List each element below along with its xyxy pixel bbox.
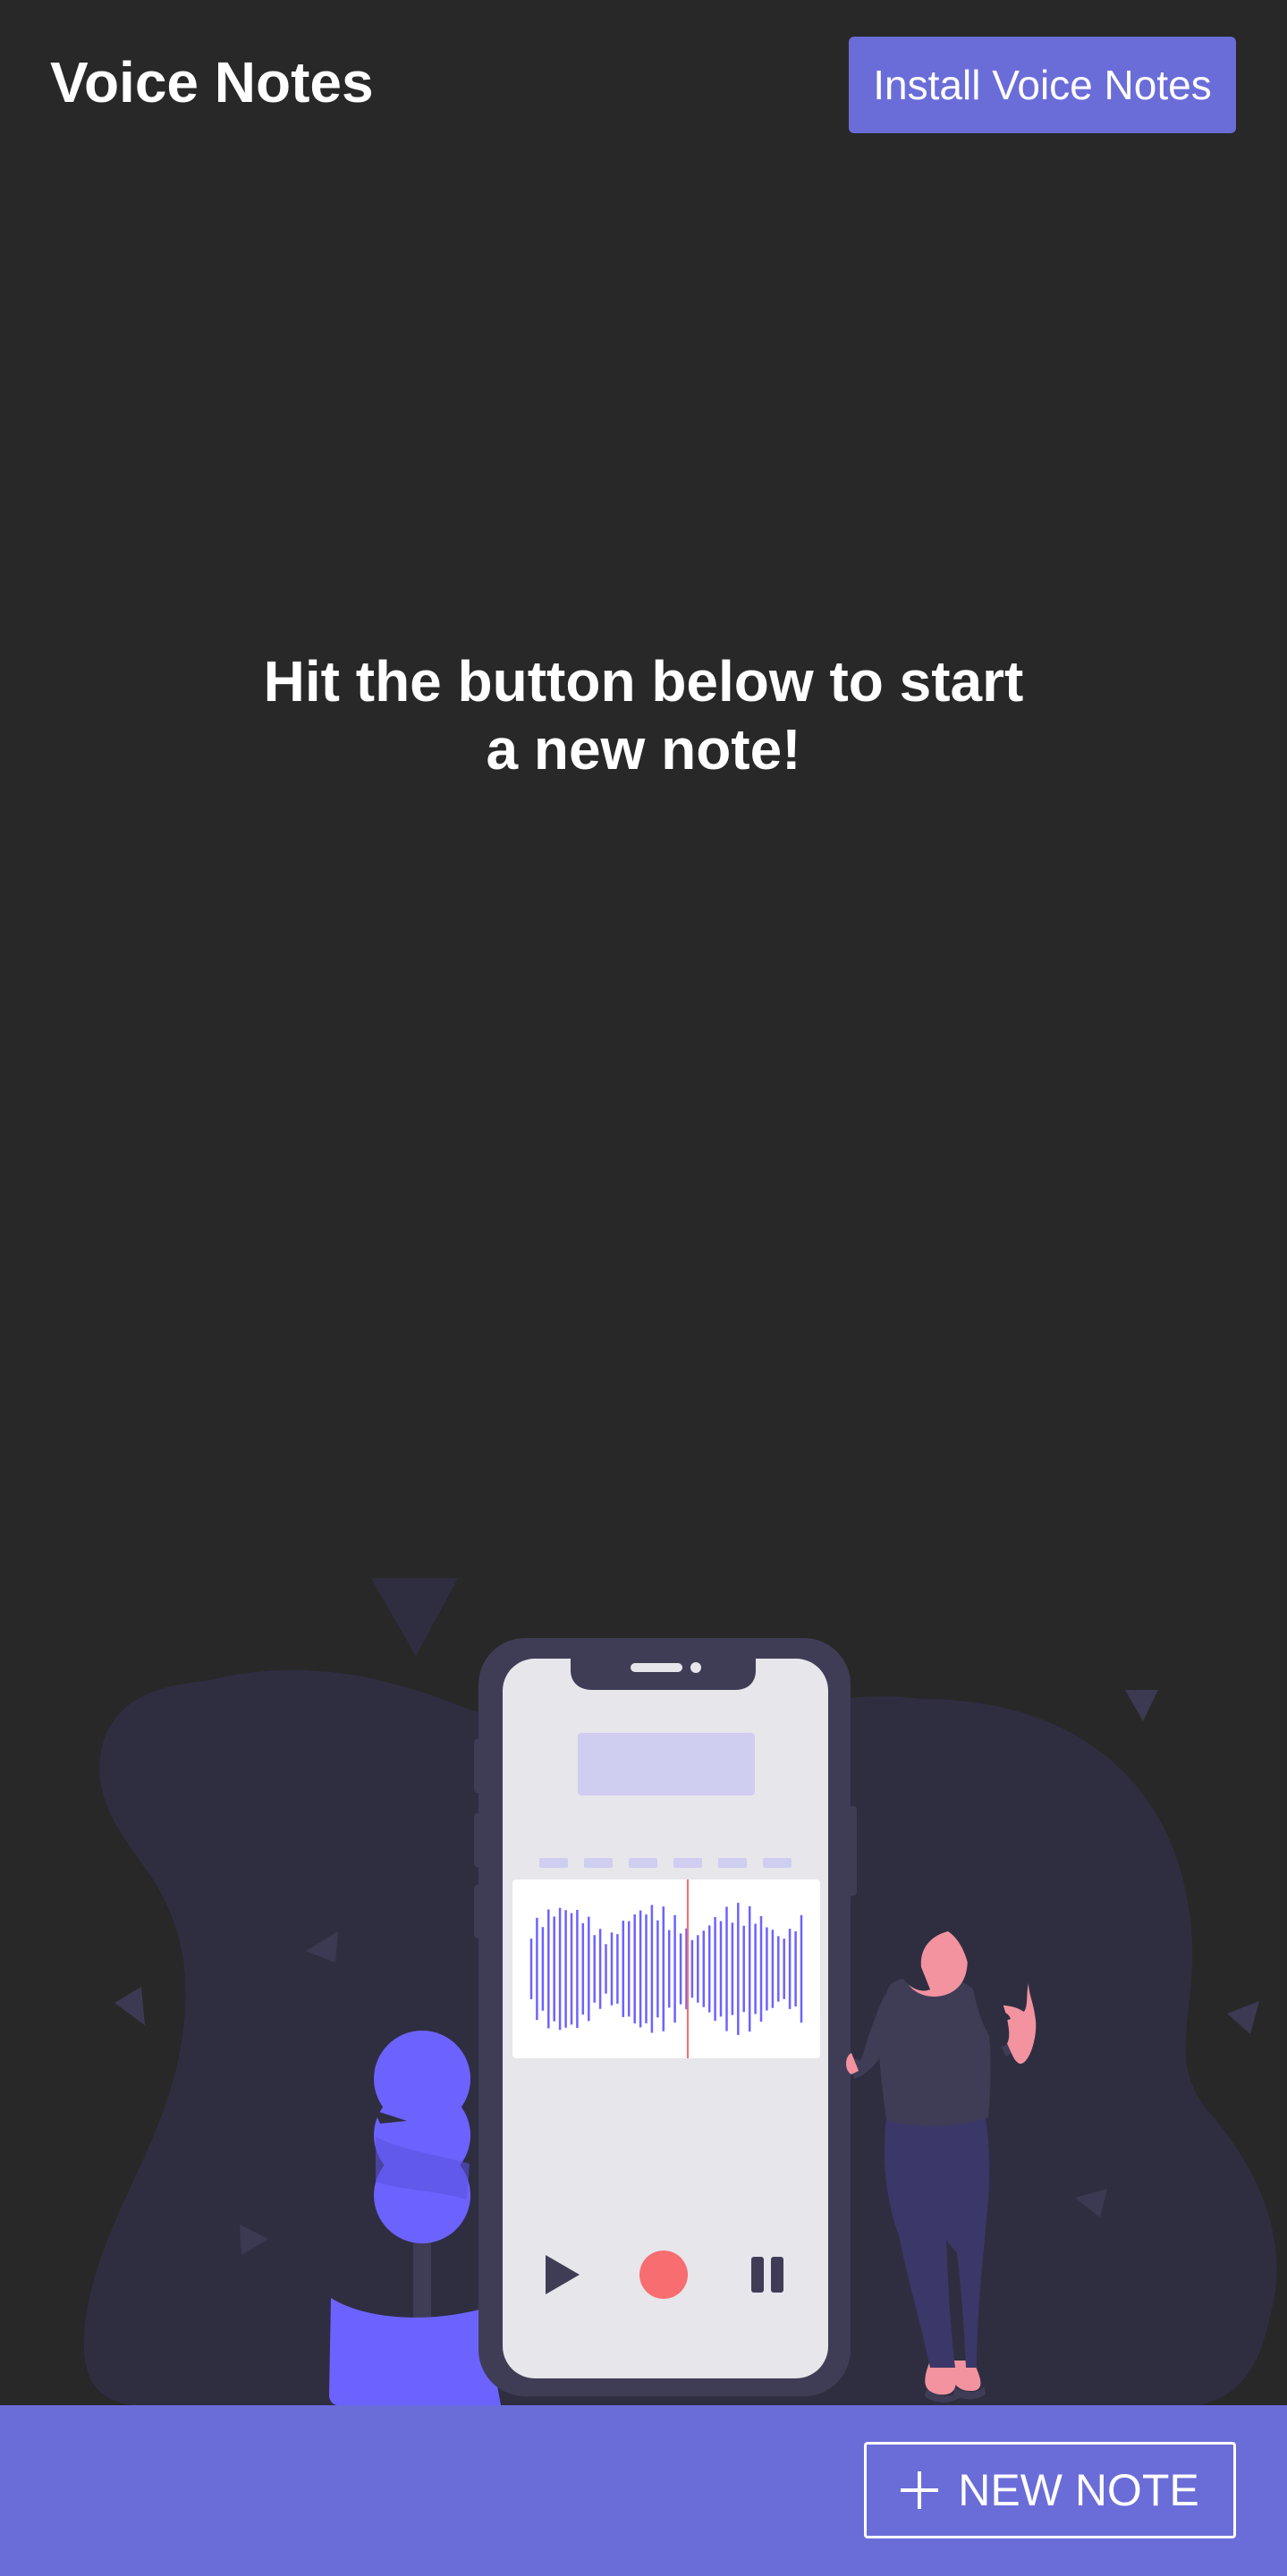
record-icon <box>639 2251 688 2299</box>
new-note-label: NEW NOTE <box>958 2465 1199 2515</box>
waveform-panel <box>512 1879 820 2058</box>
install-button[interactable]: Install Voice Notes <box>849 37 1236 133</box>
phone-notch <box>571 1657 756 1690</box>
bottom-bar: NEW NOTE <box>0 2405 1287 2576</box>
empty-state-line-1: Hit the button below to start <box>263 649 1024 714</box>
voice-notes-page: Voice Notes Install Voice Notes Hit the … <box>0 0 1287 2576</box>
tree-leaf <box>374 2031 470 2127</box>
phone-speaker <box>631 1663 682 1672</box>
plus-icon <box>901 2471 939 2509</box>
pause-icon-bar-left <box>751 2257 764 2293</box>
phone-camera <box>690 1662 701 1673</box>
empty-state-message: Hit the button below to start a new note… <box>0 647 1287 783</box>
decor-triangle <box>1125 1690 1158 1721</box>
decor-triangle <box>114 1987 145 2025</box>
decor-triangle <box>371 1578 458 1656</box>
new-note-button[interactable]: NEW NOTE <box>864 2442 1236 2538</box>
screen-title-bar <box>578 1733 755 1795</box>
decor-triangle <box>1227 2001 1259 2034</box>
empty-state-line-2: a new note! <box>486 717 801 781</box>
voice-recording-illustration <box>83 1578 1277 2405</box>
pause-icon-bar-right <box>771 2257 783 2293</box>
app-title: Voice Notes <box>50 50 374 114</box>
app-header: Voice Notes Install Voice Notes <box>0 0 1287 170</box>
